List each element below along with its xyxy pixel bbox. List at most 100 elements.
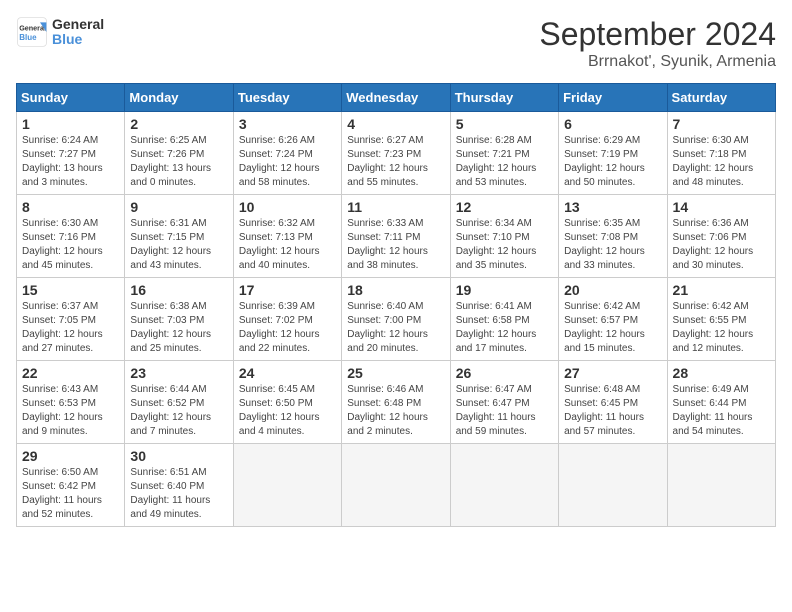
calendar-day-cell: 2Sunrise: 6:25 AMSunset: 7:26 PMDaylight… — [125, 112, 233, 195]
logo-blue: Blue — [52, 32, 104, 47]
day-number: 14 — [673, 199, 770, 215]
calendar-day-cell: 21 Sunrise: 6:42 AMSunset: 6:55 PMDayligh… — [667, 278, 775, 361]
calendar-day-cell — [233, 444, 341, 527]
day-info: Sunrise: 6:36 AMSunset: 7:06 PMDaylight:… — [673, 217, 770, 273]
day-info: Sunrise: 6:27 AMSunset: 7:23 PMDaylight:… — [347, 134, 444, 190]
calendar-day-cell: 19Sunrise: 6:41 AMSunset: 6:58 PMDayligh… — [450, 278, 558, 361]
day-info: Sunrise: 6:29 AMSunset: 7:19 PMDaylight:… — [564, 134, 661, 190]
day-number: 9 — [130, 199, 227, 215]
calendar-day-cell: 14 Sunrise: 6:36 AMSunset: 7:06 PMDayligh… — [667, 195, 775, 278]
calendar-day-cell: 17 Sunrise: 6:39 AMSunset: 7:02 PMDayligh… — [233, 278, 341, 361]
day-number: 2 — [130, 116, 227, 132]
day-number: 16 — [130, 282, 227, 298]
day-number: 27 — [564, 365, 661, 381]
logo-general: General — [52, 17, 104, 32]
day-number: 21 — [673, 282, 770, 298]
day-number: 18 — [347, 282, 444, 298]
calendar-day-cell: 15 Sunrise: 6:37 AMSunset: 7:05 PMDayligh… — [17, 278, 125, 361]
day-number: 1 — [22, 116, 119, 132]
calendar-day-cell: 4 Sunrise: 6:27 AMSunset: 7:23 PMDaylight… — [342, 112, 450, 195]
day-info: Sunrise: 6:34 AMSunset: 7:10 PMDaylight:… — [456, 217, 553, 273]
day-info: Sunrise: 6:45 AMSunset: 6:50 PMDaylight:… — [239, 383, 336, 439]
logo-text-group: General Blue — [52, 17, 104, 48]
calendar-day-cell: 5 Sunrise: 6:28 AMSunset: 7:21 PMDaylight… — [450, 112, 558, 195]
calendar-subtitle: Brrnakot', Syunik, Armenia — [539, 53, 776, 71]
day-info: Sunrise: 6:42 AMSunset: 6:55 PMDaylight:… — [673, 300, 770, 356]
day-number: 8 — [22, 199, 119, 215]
calendar-day-cell: 29 Sunrise: 6:50 AMSunset: 6:42 PMDayligh… — [17, 444, 125, 527]
calendar-day-cell: 16 Sunrise: 6:38 AMSunset: 7:03 PMDayligh… — [125, 278, 233, 361]
day-number: 12 — [456, 199, 553, 215]
header-thursday: Thursday — [450, 84, 558, 112]
calendar-week-row: 1Sunrise: 6:24 AMSunset: 7:27 PMDaylight… — [17, 112, 776, 195]
day-number: 22 — [22, 365, 119, 381]
day-number: 20 — [564, 282, 661, 298]
day-info: Sunrise: 6:48 AMSunset: 6:45 PMDaylight:… — [564, 383, 661, 439]
day-info: Sunrise: 6:44 AMSunset: 6:52 PMDaylight:… — [130, 383, 227, 439]
day-number: 26 — [456, 365, 553, 381]
header-sunday: Sunday — [17, 84, 125, 112]
logo-icon: General Blue — [16, 16, 48, 48]
calendar-day-cell: 1Sunrise: 6:24 AMSunset: 7:27 PMDaylight… — [17, 112, 125, 195]
day-info: Sunrise: 6:37 AMSunset: 7:05 PMDaylight:… — [22, 300, 119, 356]
calendar-header-row: Sunday Monday Tuesday Wednesday Thursday… — [17, 84, 776, 112]
calendar-day-cell — [342, 444, 450, 527]
calendar-day-cell — [667, 444, 775, 527]
page-header: General Blue General Blue September 2024… — [16, 16, 776, 71]
day-info: Sunrise: 6:38 AMSunset: 7:03 PMDaylight:… — [130, 300, 227, 356]
day-info: Sunrise: 6:30 AMSunset: 7:18 PMDaylight:… — [673, 134, 770, 190]
title-section: September 2024 Brrnakot', Syunik, Armeni… — [539, 16, 776, 71]
day-info: Sunrise: 6:28 AMSunset: 7:21 PMDaylight:… — [456, 134, 553, 190]
day-number: 13 — [564, 199, 661, 215]
calendar-day-cell: 26 Sunrise: 6:47 AMSunset: 6:47 PMDayligh… — [450, 361, 558, 444]
calendar-day-cell: 28 Sunrise: 6:49 AMSunset: 6:44 PMDayligh… — [667, 361, 775, 444]
day-number: 17 — [239, 282, 336, 298]
header-tuesday: Tuesday — [233, 84, 341, 112]
calendar-week-row: 15 Sunrise: 6:37 AMSunset: 7:05 PMDayligh… — [17, 278, 776, 361]
day-info: Sunrise: 6:30 AMSunset: 7:16 PMDaylight:… — [22, 217, 119, 273]
day-number: 3 — [239, 116, 336, 132]
calendar-day-cell: 12 Sunrise: 6:34 AMSunset: 7:10 PMDayligh… — [450, 195, 558, 278]
calendar-table: Sunday Monday Tuesday Wednesday Thursday… — [16, 83, 776, 527]
day-number: 30 — [130, 448, 227, 464]
day-info: Sunrise: 6:32 AMSunset: 7:13 PMDaylight:… — [239, 217, 336, 273]
calendar-day-cell: 23Sunrise: 6:44 AMSunset: 6:52 PMDayligh… — [125, 361, 233, 444]
day-info: Sunrise: 6:43 AMSunset: 6:53 PMDaylight:… — [22, 383, 119, 439]
calendar-day-cell — [559, 444, 667, 527]
day-number: 6 — [564, 116, 661, 132]
header-friday: Friday — [559, 84, 667, 112]
day-info: Sunrise: 6:49 AMSunset: 6:44 PMDaylight:… — [673, 383, 770, 439]
calendar-day-cell: 8 Sunrise: 6:30 AMSunset: 7:16 PMDaylight… — [17, 195, 125, 278]
day-number: 28 — [673, 365, 770, 381]
calendar-day-cell: 3Sunrise: 6:26 AMSunset: 7:24 PMDaylight… — [233, 112, 341, 195]
calendar-week-row: 29 Sunrise: 6:50 AMSunset: 6:42 PMDayligh… — [17, 444, 776, 527]
calendar-day-cell: 20 Sunrise: 6:42 AMSunset: 6:57 PMDayligh… — [559, 278, 667, 361]
calendar-day-cell: 25Sunrise: 6:46 AMSunset: 6:48 PMDayligh… — [342, 361, 450, 444]
logo: General Blue General Blue — [16, 16, 104, 48]
calendar-day-cell: 27 Sunrise: 6:48 AMSunset: 6:45 PMDayligh… — [559, 361, 667, 444]
day-number: 7 — [673, 116, 770, 132]
header-saturday: Saturday — [667, 84, 775, 112]
day-number: 15 — [22, 282, 119, 298]
day-info: Sunrise: 6:51 AMSunset: 6:40 PMDaylight:… — [130, 466, 227, 522]
day-info: Sunrise: 6:31 AMSunset: 7:15 PMDaylight:… — [130, 217, 227, 273]
day-info: Sunrise: 6:41 AMSunset: 6:58 PMDaylight:… — [456, 300, 553, 356]
calendar-day-cell: 30 Sunrise: 6:51 AMSunset: 6:40 PMDayligh… — [125, 444, 233, 527]
calendar-day-cell: 7 Sunrise: 6:30 AMSunset: 7:18 PMDaylight… — [667, 112, 775, 195]
day-number: 5 — [456, 116, 553, 132]
day-info: Sunrise: 6:50 AMSunset: 6:42 PMDaylight:… — [22, 466, 119, 522]
day-number: 24 — [239, 365, 336, 381]
day-info: Sunrise: 6:47 AMSunset: 6:47 PMDaylight:… — [456, 383, 553, 439]
day-number: 10 — [239, 199, 336, 215]
day-number: 25 — [347, 365, 444, 381]
day-info: Sunrise: 6:42 AMSunset: 6:57 PMDaylight:… — [564, 300, 661, 356]
day-number: 4 — [347, 116, 444, 132]
calendar-day-cell: 6 Sunrise: 6:29 AMSunset: 7:19 PMDaylight… — [559, 112, 667, 195]
day-info: Sunrise: 6:35 AMSunset: 7:08 PMDaylight:… — [564, 217, 661, 273]
calendar-day-cell: 22 Sunrise: 6:43 AMSunset: 6:53 PMDayligh… — [17, 361, 125, 444]
day-info: Sunrise: 6:39 AMSunset: 7:02 PMDaylight:… — [239, 300, 336, 356]
day-number: 29 — [22, 448, 119, 464]
calendar-day-cell: 11Sunrise: 6:33 AMSunset: 7:11 PMDayligh… — [342, 195, 450, 278]
header-wednesday: Wednesday — [342, 84, 450, 112]
day-info: Sunrise: 6:40 AMSunset: 7:00 PMDaylight:… — [347, 300, 444, 356]
